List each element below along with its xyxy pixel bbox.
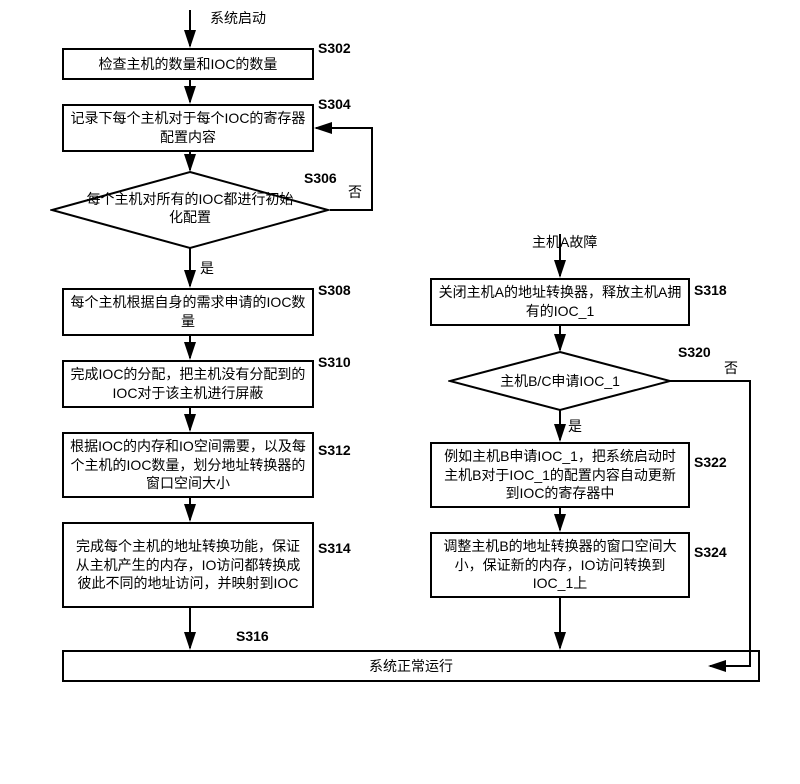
- s314-id: S314: [318, 540, 351, 557]
- s314-box: 完成每个主机的地址转换功能，保证从主机产生的内存，IO访问都转换成彼此不同的地址…: [62, 522, 314, 608]
- s308-id: S308: [318, 282, 351, 299]
- s314-text: 完成每个主机的地址转换功能，保证从主机产生的内存，IO访问都转换成彼此不同的地址…: [70, 537, 306, 594]
- s320-text: 主机B/C申请IOC_1: [480, 372, 640, 390]
- s322-text: 例如主机B申请IOC_1，把系统启动时主机B对于IOC_1的配置内容自动更新到I…: [438, 447, 682, 504]
- s304-id: S304: [318, 96, 351, 113]
- s302-text: 检查主机的数量和IOC的数量: [99, 55, 278, 74]
- fault-label: 主机A故障: [532, 234, 597, 251]
- s308-box: 每个主机根据自身的需求申请的IOC数量: [62, 288, 314, 336]
- s306-text: 每个主机对所有的IOC都进行初始化配置: [80, 190, 300, 226]
- s318-text: 关闭主机A的地址转换器，释放主机A拥有的IOC_1: [438, 283, 682, 321]
- s306-id: S306: [304, 170, 337, 187]
- s324-box: 调整主机B的地址转换器的窗口空间大小，保证新的内存，IO访问转换到IOC_1上: [430, 532, 690, 598]
- s306-yes: 是: [200, 260, 214, 277]
- s302-box: 检查主机的数量和IOC的数量: [62, 48, 314, 80]
- s316-box: 系统正常运行: [62, 650, 760, 682]
- s324-text: 调整主机B的地址转换器的窗口空间大小，保证新的内存，IO访问转换到IOC_1上: [438, 537, 682, 594]
- s316-text: 系统正常运行: [369, 657, 453, 676]
- s306-no: 否: [348, 184, 362, 201]
- s304-box: 记录下每个主机对于每个IOC的寄存器配置内容: [62, 104, 314, 152]
- s310-text: 完成IOC的分配，把主机没有分配到的IOC对于该主机进行屏蔽: [70, 365, 306, 403]
- s322-box: 例如主机B申请IOC_1，把系统启动时主机B对于IOC_1的配置内容自动更新到I…: [430, 442, 690, 508]
- s302-id: S302: [318, 40, 351, 57]
- s320-id: S320: [678, 344, 711, 361]
- s320-diamond: [448, 350, 672, 412]
- s318-id: S318: [694, 282, 727, 299]
- s312-text: 根据IOC的内存和IO空间需要，以及每个主机的IOC数量，划分地址转换器的窗口空…: [70, 437, 306, 494]
- s312-id: S312: [318, 442, 351, 459]
- s320-no: 否: [724, 360, 738, 377]
- s310-box: 完成IOC的分配，把主机没有分配到的IOC对于该主机进行屏蔽: [62, 360, 314, 408]
- s316-id: S316: [236, 628, 269, 645]
- s320-yes: 是: [568, 418, 582, 435]
- s308-text: 每个主机根据自身的需求申请的IOC数量: [70, 293, 306, 331]
- s304-text: 记录下每个主机对于每个IOC的寄存器配置内容: [70, 109, 306, 147]
- s306-diamond: [50, 170, 330, 250]
- s324-id: S324: [694, 544, 727, 561]
- s322-id: S322: [694, 454, 727, 471]
- flowchart-canvas: 系统启动 主机A故障 检查主机的数量和IOC的数量 S302 记录下每个主机对于…: [10, 10, 790, 774]
- start-label: 系统启动: [210, 10, 266, 27]
- s318-box: 关闭主机A的地址转换器，释放主机A拥有的IOC_1: [430, 278, 690, 326]
- s310-id: S310: [318, 354, 351, 371]
- s312-box: 根据IOC的内存和IO空间需要，以及每个主机的IOC数量，划分地址转换器的窗口空…: [62, 432, 314, 498]
